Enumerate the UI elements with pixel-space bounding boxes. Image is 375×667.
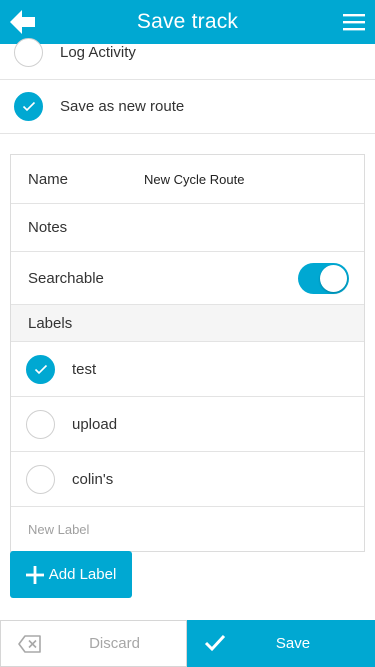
label-item-test[interactable]: test <box>11 342 364 397</box>
name-row[interactable]: Name New Cycle Route <box>11 155 364 204</box>
searchable-label: Searchable <box>28 269 104 287</box>
checkmark-icon <box>204 634 226 652</box>
name-field[interactable]: New Cycle Route <box>144 172 244 187</box>
label-text: colin's <box>72 470 114 488</box>
add-label-button[interactable]: Add Label <box>10 551 132 598</box>
label-item-colins[interactable]: colin's <box>11 452 364 507</box>
searchable-toggle[interactable] <box>298 263 349 294</box>
label-checkbox[interactable] <box>26 464 55 494</box>
option-log-activity[interactable]: Log Activity <box>0 26 375 80</box>
new-label-input[interactable] <box>28 522 328 537</box>
checkmark-icon <box>22 101 35 112</box>
new-label-row <box>11 507 364 552</box>
option-save-as-new-route[interactable]: Save as new route <box>0 80 375 134</box>
bottom-action-bar: Discard Save <box>0 620 375 667</box>
checkmark-icon <box>34 364 47 374</box>
save-track-screen: Save track Log Activity Save as new rout… <box>0 0 375 667</box>
label-checkbox[interactable] <box>26 409 55 439</box>
discard-button[interactable]: Discard <box>0 620 187 667</box>
log-activity-checkbox[interactable] <box>14 38 43 67</box>
label-checkbox[interactable] <box>26 354 55 384</box>
backspace-icon <box>18 635 41 653</box>
label-item-upload[interactable]: upload <box>11 397 364 452</box>
save-as-new-route-checkbox[interactable] <box>14 92 43 121</box>
route-details-card: Name New Cycle Route Notes Searchable La… <box>10 154 365 552</box>
notes-label: Notes <box>28 219 68 236</box>
plus-icon <box>25 565 44 584</box>
option-label: Save as new route <box>60 98 185 115</box>
label-text: test <box>72 360 97 378</box>
name-label: Name <box>28 170 69 188</box>
notes-row[interactable]: Notes <box>11 204 364 252</box>
labels-section-header: Labels <box>11 305 364 342</box>
add-label-text: Add Label <box>48 566 117 583</box>
searchable-row: Searchable <box>11 252 364 305</box>
label-text: upload <box>72 415 118 433</box>
toggle-knob <box>320 265 347 292</box>
save-button[interactable]: Save <box>187 620 375 667</box>
option-label: Log Activity <box>60 44 136 61</box>
